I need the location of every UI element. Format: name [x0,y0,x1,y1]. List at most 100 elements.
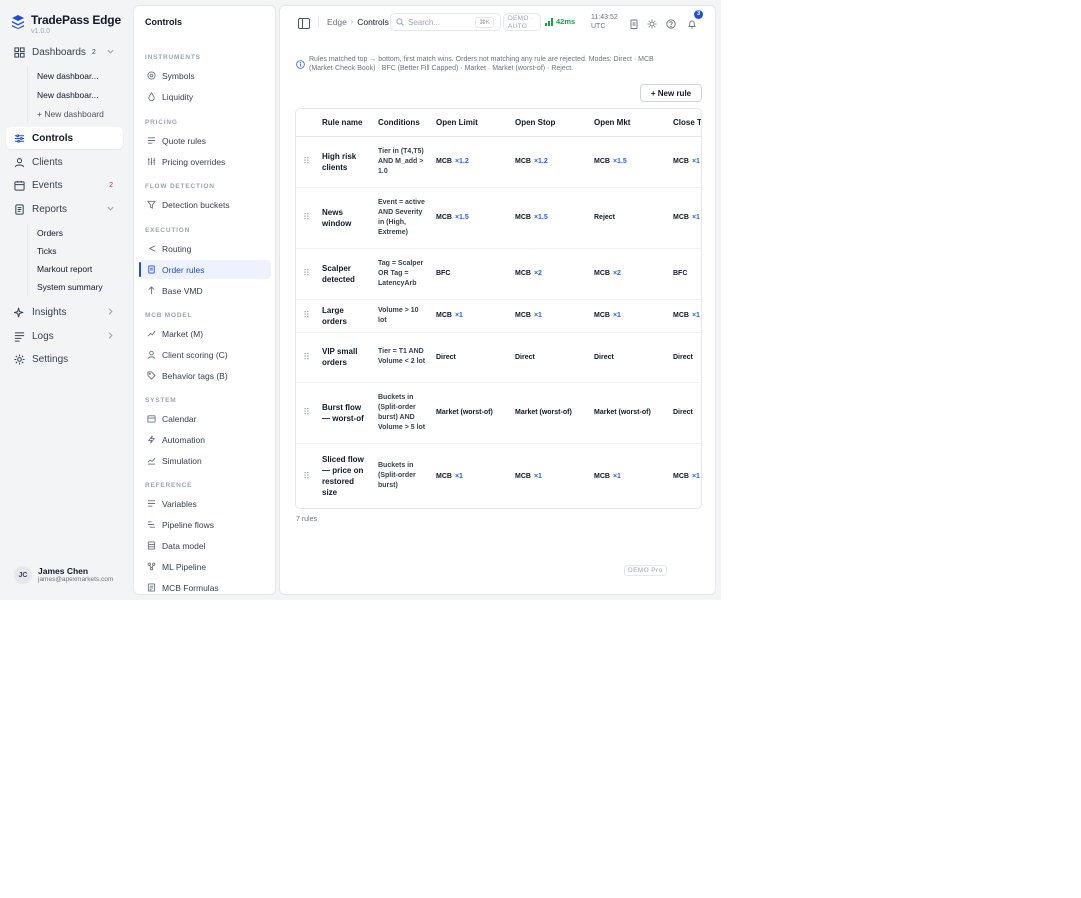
ctrl-item-automation[interactable]: Automation [139,430,271,449]
nav-reports[interactable]: Reports [6,198,123,220]
mode-cell[interactable]: MCB ×1 [668,443,701,508]
nav-insights[interactable]: Insights [6,301,123,323]
chevron-down-icon[interactable] [106,204,115,213]
mode-cell[interactable]: Market (worst-of) [510,382,589,444]
column-header-open-stop[interactable]: Open Stop [510,109,589,137]
table-row[interactable]: ⠿ Large orders Volume > 10 lot MCB ×1 MCB ×1 MC… [296,299,701,333]
mode-cell[interactable]: MCB ×1.5 [589,136,668,188]
drag-handle-icon[interactable]: ⠿ [296,248,317,300]
mode-cell[interactable]: MCB ×1 [510,443,589,508]
report-markout[interactable]: Markout report [28,260,103,278]
rules-table-container[interactable]: Rule name Conditions Open Limit Open Sto… [295,108,702,509]
mode-cell[interactable]: MCB ×1 [668,187,701,249]
sun-icon[interactable] [647,16,657,29]
ctrl-item-mcb-formulas[interactable]: MCB Formulas [139,578,271,594]
mode-cell[interactable]: MCB ×1.2 [431,136,510,188]
new-dashboard-link[interactable]: + New dashboard [28,105,104,123]
mode-cell[interactable]: MCB ×1 [668,136,701,188]
table-row[interactable]: ⠿ VIP small orders Tier = T1 AND Volume < … [296,332,701,383]
mode-label: MCB [436,158,452,165]
mode-cell[interactable]: MCB ×1 [668,299,701,333]
mode-cell[interactable]: Reject [589,187,668,249]
clipboard-icon[interactable] [629,16,639,29]
report-system-summary[interactable]: System summary [28,278,103,296]
mode-cell[interactable]: MCB ×1 [589,443,668,508]
chevron-right-icon[interactable] [106,331,115,340]
mode-cell[interactable]: MCB ×1.5 [510,187,589,249]
mode-cell[interactable]: Direct [589,332,668,383]
help-icon[interactable] [666,16,676,29]
drag-handle-icon[interactable]: ⠿ [296,443,317,508]
ctrl-item-liquidity[interactable]: Liquidity [139,87,271,106]
ctrl-item-detection-buckets[interactable]: Detection buckets [139,195,271,214]
column-header-conditions[interactable]: Conditions [373,109,431,137]
table-row[interactable]: ⠿ News window Event = active AND Severity … [296,187,701,249]
nav-dashboards[interactable]: Dashboards 2 [6,41,123,63]
mode-cell[interactable]: MCB ×1 [431,299,510,333]
drag-handle-icon[interactable]: ⠿ [296,299,317,333]
mode-cell[interactable]: MCB ×1 [431,443,510,508]
new-rule-button[interactable]: + New rule [640,84,702,102]
mode-cell[interactable]: MCB ×1 [510,299,589,333]
mode-cell[interactable]: Direct [668,382,701,444]
report-orders[interactable]: Orders [28,224,103,242]
mode-cell[interactable]: Direct [431,332,510,383]
mode-cell[interactable]: Market (worst-of) [589,382,668,444]
breadcrumb-root[interactable]: Edge [327,17,347,27]
mode-cell[interactable]: MCB ×1 [589,299,668,333]
ctrl-item-ml-pipeline[interactable]: ML Pipeline [139,557,271,576]
drag-handle-icon[interactable]: ⠿ [296,187,317,249]
mode-cell[interactable]: BFC [668,248,701,300]
nav-controls[interactable]: Controls [6,127,123,149]
mode-cell[interactable]: Direct [510,332,589,383]
drag-handle-icon[interactable]: ⠿ [296,382,317,444]
mode-cell[interactable]: Direct [668,332,701,383]
ctrl-item-market-m[interactable]: Market (M) [139,324,271,343]
table-row[interactable]: ⠿ High risk clients Tier in (T4,T5) AND M_… [296,136,701,188]
ctrl-item-routing[interactable]: Routing [139,239,271,258]
ctrl-item-order-rules[interactable]: Order rules [139,260,271,279]
ctrl-item-variables[interactable]: Variables [139,494,271,513]
ctrl-item-symbols[interactable]: Symbols [139,66,271,85]
ctrl-item-pricing-overrides[interactable]: Pricing overrides [139,152,271,171]
chevron-right-icon[interactable] [106,307,115,316]
table-row[interactable]: ⠿ Scalper detected Tag = Scalper OR Tag = … [296,248,701,300]
mode-cell[interactable]: MCB ×2 [589,248,668,300]
dashboard-item[interactable]: New dashboar... [28,86,104,104]
sidebar-toggle-icon[interactable] [298,16,310,29]
ctrl-item-calendar[interactable]: Calendar [139,409,271,428]
search-box[interactable]: ⌘K [390,13,501,31]
table-row[interactable]: ⠿ Sliced flow — price on restored size Buc… [296,443,701,508]
demo-mode-pill[interactable]: DEMO · AUTO [503,13,541,31]
column-header-open-mkt[interactable]: Open Mkt [589,109,668,137]
ctrl-item-label: Detection buckets [162,199,230,210]
search-input[interactable] [408,17,478,27]
nav-events[interactable]: Events 2 [6,174,123,196]
nav-logs[interactable]: Logs [6,325,123,347]
nav-settings[interactable]: Settings [6,348,123,370]
nav-clients[interactable]: Clients [6,151,123,173]
mode-cell[interactable]: Market (worst-of) [431,382,510,444]
column-header-open-limit[interactable]: Open Limit [431,109,510,137]
ctrl-item-label: Market (M) [162,328,204,339]
ctrl-item-base-vmd[interactable]: Base VMD [139,281,271,300]
report-ticks[interactable]: Ticks [28,242,103,260]
column-header-close[interactable]: Close T [668,109,701,137]
ctrl-item-client-scoring[interactable]: Client scoring (C) [139,345,271,364]
mode-cell[interactable]: MCB ×1.2 [510,136,589,188]
table-row[interactable]: ⠿ Burst flow — worst-of Buckets in (Split-… [296,382,701,444]
mode-cell[interactable]: MCB ×2 [510,248,589,300]
ctrl-item-quote-rules[interactable]: Quote rules [139,131,271,150]
ctrl-item-behavior-tags[interactable]: Behavior tags (B) [139,366,271,385]
mode-cell[interactable]: MCB ×1.5 [431,187,510,249]
drag-handle-icon[interactable]: ⠿ [296,332,317,383]
ctrl-item-pipeline-flows[interactable]: Pipeline flows [139,515,271,534]
chevron-down-icon[interactable] [106,47,115,56]
dashboard-item[interactable]: New dashboar... [28,67,104,85]
ctrl-item-data-model[interactable]: Data model [139,536,271,555]
ctrl-item-simulation[interactable]: Simulation [139,451,271,470]
user-profile[interactable]: JC James Chen james@apexmarkets.com [14,566,113,584]
drag-handle-icon[interactable]: ⠿ [296,136,317,188]
mode-cell[interactable]: BFC [431,248,510,300]
column-header-rule-name[interactable]: Rule name [317,109,373,137]
